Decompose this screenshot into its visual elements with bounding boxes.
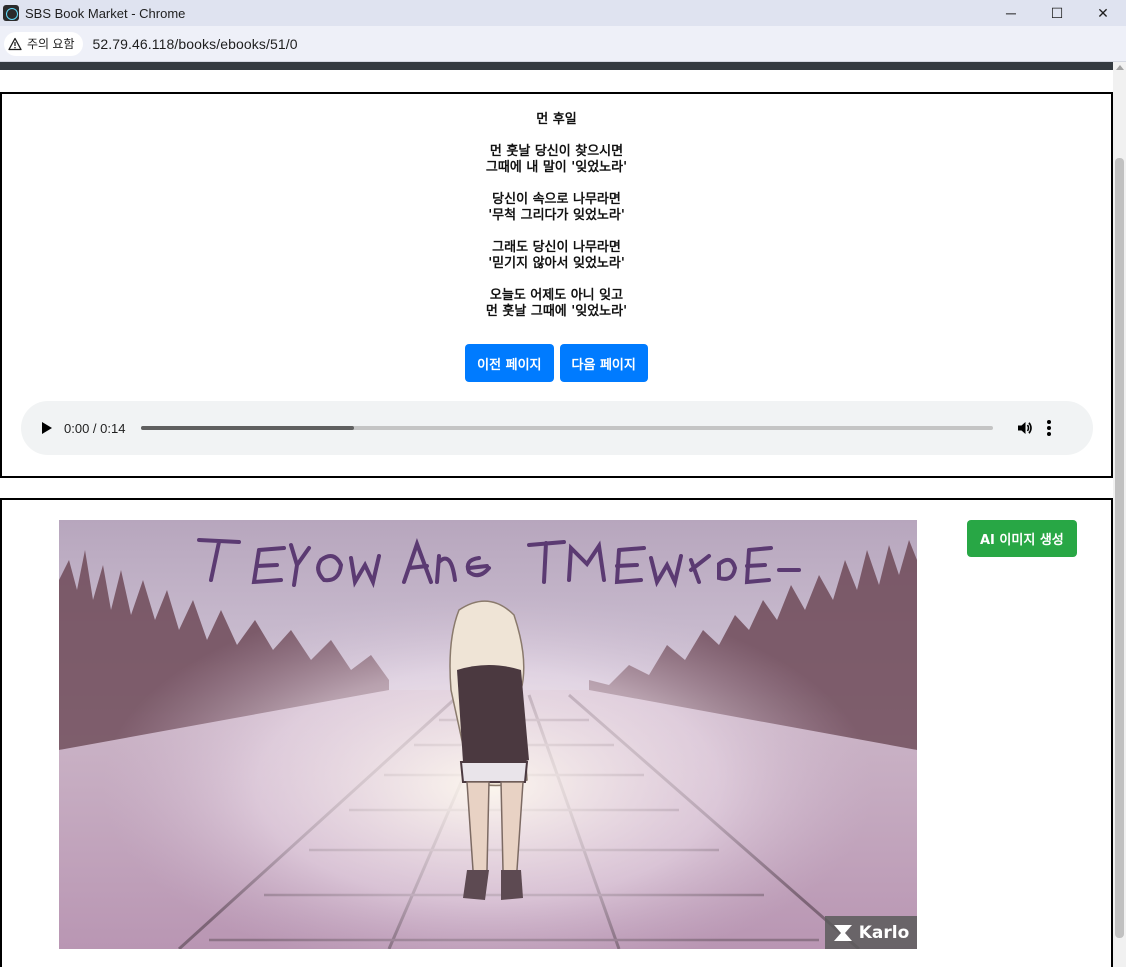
play-icon[interactable]: [42, 422, 52, 434]
navbar-strip: [0, 62, 1113, 70]
karlo-watermark: Karlo: [825, 916, 917, 949]
next-page-button[interactable]: 다음 페이지: [559, 344, 648, 382]
karlo-label: Karlo: [858, 922, 910, 943]
scrollbar-thumb[interactable]: [1115, 158, 1124, 938]
react-app-icon: [3, 5, 19, 21]
url-field[interactable]: 52.79.46.118/books/ebooks/51/0: [93, 36, 298, 52]
more-options-icon[interactable]: [1047, 420, 1052, 436]
poem-stanza: 당신이 속으로 나무라면 '무척 그리다가 잊었노라': [2, 192, 1111, 224]
ai-image-panel: Karlo AI 이미지 생성: [0, 498, 1113, 967]
poem-line: 먼 훗날 당신이 찾으시면: [489, 144, 624, 159]
address-bar: 주의 요함 52.79.46.118/books/ebooks/51/0: [0, 26, 1126, 62]
minimize-button[interactable]: ─: [988, 0, 1034, 26]
audio-seek-bar[interactable]: [141, 426, 994, 430]
poem-line: '무척 그리다가 잊었노라': [488, 208, 625, 223]
karlo-logo-icon: [833, 924, 852, 941]
poem-title: 먼 후일: [536, 112, 577, 127]
poem-stanza: 그래도 당신이 나무라면 '믿기지 않아서 잊었노라': [2, 240, 1111, 272]
ebook-text-panel: 먼 후일 먼 훗날 당신이 찾으시면 그때에 내 말이 '잊었노라' 당신이 속…: [0, 92, 1113, 478]
poem-line: 그때에 내 말이 '잊었노라': [485, 160, 628, 175]
audio-time: 0:00 / 0:14: [64, 420, 126, 436]
window-title-bar: SBS Book Market - Chrome ─ ☐ ✕: [0, 0, 1126, 26]
scroll-up-arrow-icon[interactable]: [1116, 65, 1124, 70]
maximize-button[interactable]: ☐: [1034, 0, 1080, 26]
page-navigation: 이전 페이지 다음 페이지: [2, 344, 1111, 382]
poem-text: 먼 후일 먼 훗날 당신이 찾으시면 그때에 내 말이 '잊었노라' 당신이 속…: [2, 112, 1111, 336]
poem-line: 그래도 당신이 나무라면: [492, 240, 621, 255]
poem-line: '믿기지 않아서 잊었노라': [488, 256, 625, 271]
poem-stanza: 먼 훗날 당신이 찾으시면 그때에 내 말이 '잊었노라': [2, 144, 1111, 176]
audio-progress-fill: [141, 426, 355, 430]
poem-line: 오늘도 어제도 아니 잊고: [489, 288, 624, 303]
audio-player: 0:00 / 0:14: [21, 401, 1093, 455]
warning-icon: [8, 37, 22, 50]
window-title: SBS Book Market - Chrome: [25, 5, 186, 21]
prev-page-button[interactable]: 이전 페이지: [465, 344, 554, 382]
vertical-scrollbar[interactable]: [1113, 62, 1126, 967]
poem-line: 당신이 속으로 나무라면: [492, 192, 621, 207]
close-button[interactable]: ✕: [1080, 0, 1126, 26]
security-indicator[interactable]: 주의 요함: [4, 31, 83, 56]
security-label: 주의 요함: [27, 37, 75, 51]
ai-image-generate-button[interactable]: AI 이미지 생성: [967, 520, 1077, 557]
volume-icon[interactable]: [1016, 419, 1034, 437]
generated-illustration: Karlo: [59, 520, 917, 949]
page-viewport: 먼 후일 먼 훗날 당신이 찾으시면 그때에 내 말이 '잊었노라' 당신이 속…: [0, 62, 1113, 967]
window-controls: ─ ☐ ✕: [988, 0, 1126, 26]
poem-line: 먼 훗날 그때에 '잊었노라': [485, 304, 628, 319]
poem-stanza: 오늘도 어제도 아니 잊고 먼 훗날 그때에 '잊었노라': [2, 288, 1111, 320]
